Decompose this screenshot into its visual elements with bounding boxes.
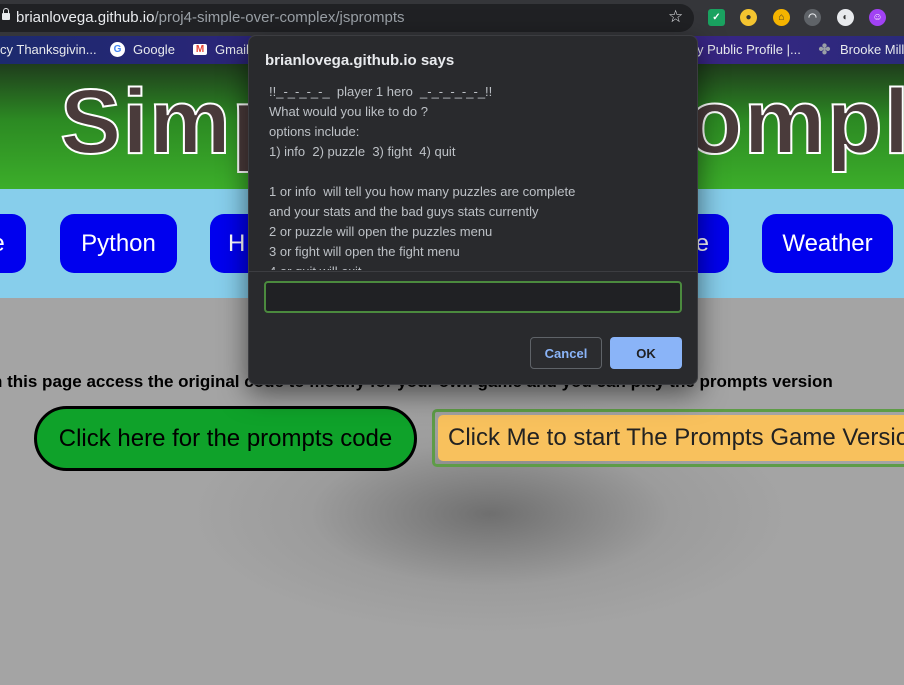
lock-icon[interactable]	[2, 8, 10, 20]
avatar-extension-icon[interactable]: ☺	[869, 9, 886, 26]
dialog-message-line: and your stats and the bad guys stats cu…	[269, 204, 539, 219]
cancel-button[interactable]: Cancel	[530, 337, 602, 369]
bookmark-label: y Public Profile |...	[697, 42, 801, 57]
google-icon: G	[110, 42, 125, 57]
profile-extension-icon[interactable]: ◐	[837, 9, 854, 26]
nav-button-python[interactable]: Python	[60, 214, 177, 273]
bookmark-google[interactable]: G Google	[110, 42, 175, 57]
game-button-focus-ring: Click Me to start The Prompts Game Versi…	[432, 409, 904, 467]
dialog-message-line: What would you like to do ?	[269, 104, 428, 119]
bookmark-label: Gmail	[215, 42, 249, 57]
bookmark-brooke[interactable]: ✤ Brooke Mill	[817, 41, 904, 57]
clover-icon: ✤	[818, 41, 831, 57]
dialog-message-line: options include:	[269, 124, 360, 139]
dialog-message-line: 4 or quit will exit	[269, 262, 679, 270]
bookmark-public-profile[interactable]: y Public Profile |...	[697, 42, 801, 57]
prompts-code-button[interactable]: Click here for the prompts code	[34, 406, 417, 471]
bookmark-thanksgiving[interactable]: cy Thanksgivin...	[0, 42, 97, 57]
dialog-message-line: 1) info 2) puzzle 3) fight 4) quit	[269, 144, 456, 159]
dialog-message-line	[269, 162, 679, 182]
dialog-message-line: 1 or info will tell you how many puzzles…	[269, 184, 576, 199]
checkbox-extension-icon[interactable]: ✓	[708, 9, 725, 26]
gmail-icon: M	[193, 44, 207, 55]
dialog-divider	[249, 271, 697, 272]
bookmark-label: cy Thanksgivin...	[0, 42, 97, 57]
bookmark-label: Google	[133, 42, 175, 57]
address-bar[interactable]: brianlovega.github.io/proj4-simple-over-…	[0, 4, 694, 32]
headphones-extension-icon[interactable]: ◠	[804, 9, 821, 26]
bookmark-star-icon[interactable]: ☆	[668, 8, 683, 26]
nav-button-partial-left[interactable]: e	[0, 214, 26, 273]
prompt-dialog: brianlovega.github.io says !!_-_-_-_-_ p…	[248, 35, 698, 385]
dialog-message-line: 3 or fight will open the fight menu	[269, 244, 460, 259]
browser-toolbar: brianlovega.github.io/proj4-simple-over-…	[0, 0, 904, 36]
prompt-input[interactable]	[264, 281, 682, 313]
url-text[interactable]: brianlovega.github.io/proj4-simple-over-…	[16, 9, 405, 26]
search-extension-icon[interactable]: ●	[740, 9, 757, 26]
nav-button-weather[interactable]: Weather	[762, 214, 893, 273]
dialog-message: !!_-_-_-_-_ player 1 hero _-_-_-_-_-_!! …	[269, 82, 679, 270]
bookmark-label: Brooke Mill	[840, 42, 904, 57]
home-extension-icon[interactable]: ⌂	[773, 9, 790, 26]
start-game-button[interactable]: Click Me to start The Prompts Game Versi…	[438, 415, 904, 461]
bookmark-gmail[interactable]: M Gmail	[193, 42, 249, 57]
ok-button[interactable]: OK	[610, 337, 682, 369]
dialog-title: brianlovega.github.io says	[265, 52, 455, 69]
dialog-message-line: 2 or puzzle will open the puzzles menu	[269, 224, 493, 239]
url-path: /proj4-simple-over-complex/jsprompts	[154, 9, 405, 26]
url-host: brianlovega.github.io	[16, 9, 155, 26]
dialog-message-line: !!_-_-_-_-_ player 1 hero _-_-_-_-_-_!!	[269, 84, 493, 99]
